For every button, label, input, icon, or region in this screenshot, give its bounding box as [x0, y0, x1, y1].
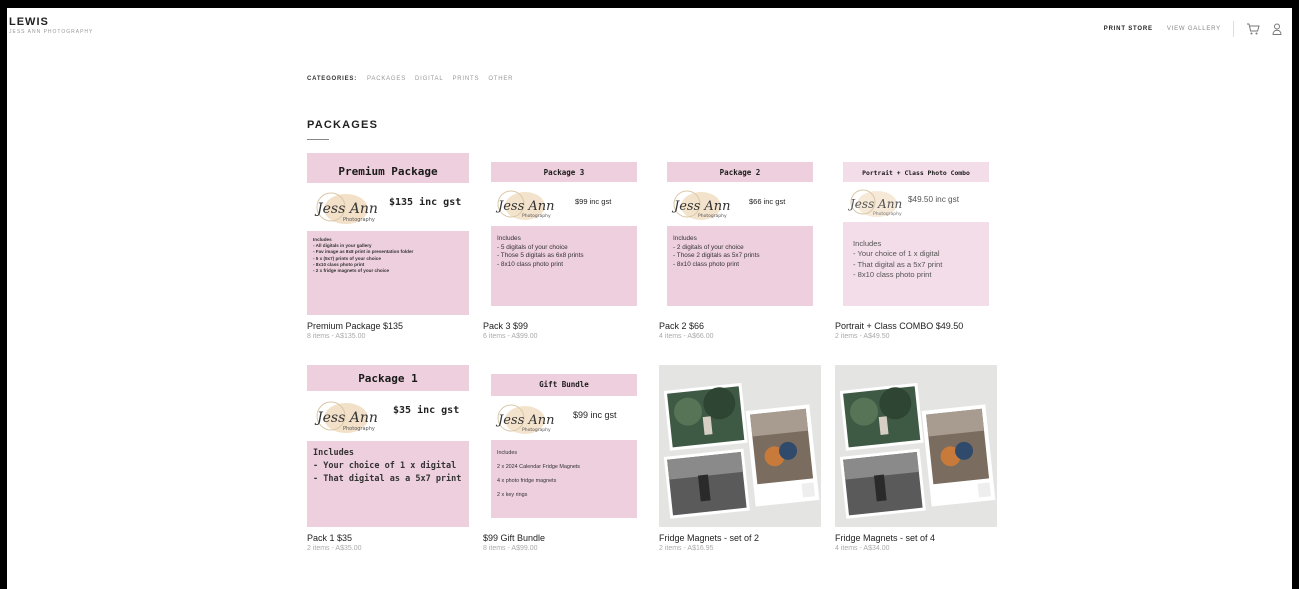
product-title[interactable]: Pack 2 $66 — [659, 321, 821, 331]
product-meta: 2 items - A$16.95 — [659, 545, 714, 552]
product-image[interactable]: Portrait + Class Photo Combo Jess Ann Pho… — [835, 153, 997, 315]
package-graphic: Portrait + Class Photo Combo Jess Ann Pho… — [843, 162, 989, 306]
product-image[interactable]: Package 3 Jess Ann Photography $99 inc gs… — [483, 153, 645, 315]
product-title[interactable]: Fridge Magnets - set of 2 — [659, 533, 821, 543]
product-card[interactable]: Package 3 Jess Ann Photography $99 inc gs… — [483, 153, 645, 365]
jess-ann-logo: Jess Ann Photography — [495, 184, 557, 229]
category-prints[interactable]: PRINTS — [453, 76, 480, 82]
nav-view-gallery[interactable]: VIEW GALLERY — [1167, 26, 1221, 32]
svg-text:Jess Ann: Jess Ann — [495, 199, 555, 214]
fridge-magnet-photo — [835, 365, 997, 527]
svg-text:Jess Ann: Jess Ann — [314, 410, 378, 426]
jess-ann-logo: Jess Ann Photography — [495, 398, 557, 443]
product-title[interactable]: Fridge Magnets - set of 4 — [835, 533, 997, 543]
top-nav: PRINT STORE VIEW GALLERY — [1090, 21, 1282, 37]
page-frame: LEWIS JESS ANN PHOTOGRAPHY PRINT STORE V… — [7, 8, 1292, 589]
product-title[interactable]: Premium Package $135 — [307, 321, 469, 331]
product-meta: 6 items - A$99.00 — [483, 333, 538, 340]
product-image[interactable]: Premium Package Jess Ann Photography $135… — [307, 153, 469, 315]
jess-ann-logo: Jess Ann Photography — [313, 393, 383, 444]
product-title[interactable]: Pack 3 $99 — [483, 321, 645, 331]
package-heading: Gift Bundle — [539, 380, 589, 389]
product-card[interactable]: Fridge Magnets - set of 4 4 items - A$34… — [835, 365, 997, 577]
category-other[interactable]: OTHER — [488, 76, 513, 82]
category-digital[interactable]: DIGITAL — [415, 76, 444, 82]
svg-text:Photography: Photography — [522, 427, 551, 433]
brand-title[interactable]: LEWIS — [9, 16, 93, 28]
product-card[interactable]: Portrait + Class Photo Combo Jess Ann Pho… — [835, 153, 997, 365]
package-includes: Includes - 5 digitals of your choice - T… — [497, 235, 584, 268]
product-title[interactable]: Portrait + Class COMBO $49.50 — [835, 321, 997, 331]
product-card[interactable]: Gift Bundle Jess Ann Photography $99 inc … — [483, 365, 645, 577]
package-price: $99 inc gst — [575, 197, 612, 206]
package-heading: Package 2 — [719, 168, 761, 177]
product-card[interactable]: Fridge Magnets - set of 2 2 items - A$16… — [659, 365, 821, 577]
svg-text:Jess Ann: Jess Ann — [847, 197, 902, 211]
package-price: $66 inc gst — [749, 197, 786, 206]
package-heading: Premium Package — [338, 165, 438, 178]
package-price: $135 inc gst — [389, 197, 462, 208]
package-heading: Package 1 — [358, 372, 418, 385]
package-graphic: Package 3 Jess Ann Photography $99 inc gs… — [491, 162, 637, 306]
package-graphic: Premium Package Jess Ann Photography $135… — [307, 153, 469, 315]
product-image[interactable]: Gift Bundle Jess Ann Photography $99 inc … — [483, 365, 645, 527]
package-price: $99 inc gst — [573, 410, 617, 420]
product-grid: Premium Package Jess Ann Photography $135… — [307, 153, 997, 577]
package-includes: Includes - 2 digitals of your choice - T… — [673, 235, 760, 268]
section-rule — [307, 139, 329, 140]
jess-ann-logo: Jess Ann Photography — [671, 184, 733, 229]
svg-text:Jess Ann: Jess Ann — [314, 201, 378, 217]
product-image[interactable] — [835, 365, 997, 527]
nav-divider — [1233, 21, 1234, 37]
product-meta: 4 items - A$34.00 — [835, 545, 890, 552]
package-heading: Package 3 — [543, 168, 585, 177]
svg-text:Photography: Photography — [873, 211, 902, 217]
product-image[interactable]: Package 2 Jess Ann Photography $66 inc gs… — [659, 153, 821, 315]
package-includes: Includes 2 x 2024 Calendar Fridge Magnet… — [497, 450, 581, 499]
package-price: $49.50 inc gst — [908, 195, 959, 204]
cart-icon[interactable] — [1246, 23, 1260, 35]
product-meta: 2 items - A$35.00 — [307, 545, 362, 552]
svg-text:Photography: Photography — [698, 213, 727, 219]
section-title: PACKAGES — [307, 119, 379, 131]
product-title[interactable]: $99 Gift Bundle — [483, 533, 645, 543]
svg-text:Photography: Photography — [343, 426, 375, 432]
product-meta: 4 items - A$66.00 — [659, 333, 714, 340]
product-card[interactable]: Premium Package Jess Ann Photography $135… — [307, 153, 469, 365]
user-icon[interactable] — [1272, 23, 1282, 35]
package-graphic: Gift Bundle Jess Ann Photography $99 inc … — [491, 374, 637, 518]
fridge-magnet-photo — [659, 365, 821, 527]
svg-text:Photography: Photography — [343, 217, 375, 223]
package-price: $35 inc gst — [393, 405, 460, 416]
product-card[interactable]: Package 1 Jess Ann Photography $35 inc gs… — [307, 365, 469, 577]
package-graphic: Package 2 Jess Ann Photography $66 inc gs… — [667, 162, 813, 306]
categories-label: CATEGORIES: — [307, 76, 358, 82]
product-title[interactable]: Pack 1 $35 — [307, 533, 469, 543]
category-packages[interactable]: PACKAGES — [367, 76, 406, 82]
product-image[interactable]: Package 1 Jess Ann Photography $35 inc gs… — [307, 365, 469, 527]
package-heading: Portrait + Class Photo Combo — [862, 169, 970, 177]
brand[interactable]: LEWIS JESS ANN PHOTOGRAPHY — [9, 16, 93, 35]
package-includes: Includes - All digitals in your gallery … — [313, 237, 414, 273]
product-image[interactable] — [659, 365, 821, 527]
product-meta: 8 items - A$135.00 — [307, 333, 366, 340]
package-graphic: Package 1 Jess Ann Photography $35 inc gs… — [307, 365, 469, 527]
product-card[interactable]: Package 2 Jess Ann Photography $66 inc gs… — [659, 153, 821, 365]
svg-text:Jess Ann: Jess Ann — [495, 413, 555, 428]
svg-text:Photography: Photography — [522, 213, 551, 219]
svg-text:Jess Ann: Jess Ann — [671, 199, 731, 214]
package-includes: Includes - Your choice of 1 x digital - … — [853, 239, 943, 279]
brand-subtitle: JESS ANN PHOTOGRAPHY — [9, 29, 94, 35]
product-meta: 8 items - A$99.00 — [483, 545, 538, 552]
jess-ann-logo: Jess Ann Photography — [313, 185, 383, 234]
jess-ann-logo: Jess Ann Photography — [847, 184, 909, 229]
package-includes: Includes - Your choice of 1 x digital - … — [313, 448, 462, 485]
nav-print-store[interactable]: PRINT STORE — [1104, 26, 1153, 32]
product-meta: 2 items - A$49.50 — [835, 333, 890, 340]
category-bar: CATEGORIES: PACKAGES DIGITAL PRINTS OTHE… — [307, 76, 522, 82]
